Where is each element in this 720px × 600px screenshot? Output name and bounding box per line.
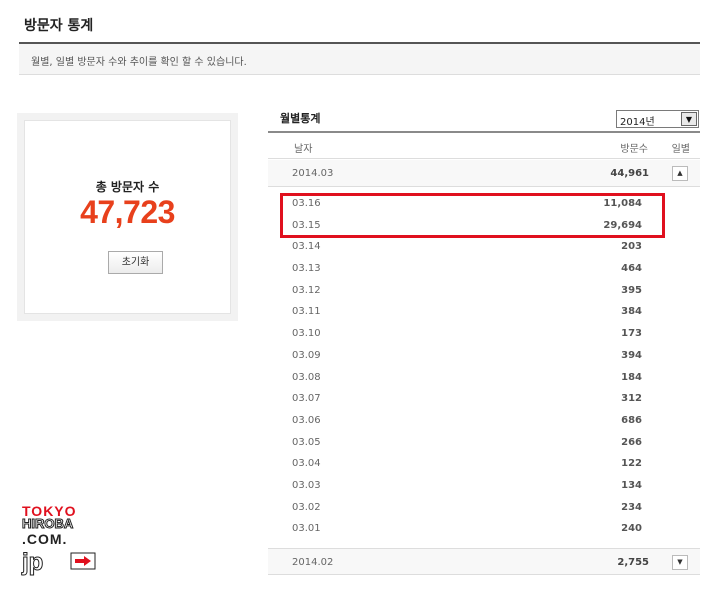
day-count: 134	[621, 479, 642, 491]
monthly-stats-title: 월별통계	[280, 112, 321, 125]
right-arrow-icon	[70, 552, 96, 570]
day-date: 03.01	[292, 523, 321, 535]
day-count: 384	[621, 306, 642, 318]
total-visitors-card: 총 방문자 수 47,723 초기화	[24, 120, 231, 314]
column-header-daily: 일별	[671, 144, 690, 155]
day-count: 122	[621, 458, 642, 470]
day-count: 173	[621, 328, 642, 340]
table-row: 03.14 203	[268, 236, 700, 258]
reset-button[interactable]: 초기화	[108, 251, 163, 274]
day-date: 03.14	[292, 241, 321, 253]
month-date: 2014.03	[292, 168, 334, 179]
table-row: 03.01 240	[268, 518, 700, 540]
month-row-current: 2014.03 44,961 ▲	[268, 160, 700, 187]
day-count: 394	[621, 349, 642, 361]
day-count: 234	[621, 501, 642, 513]
logo-line-4: jp	[21, 549, 44, 577]
description-text: 월별, 일별 방문자 수와 추이를 확인 할 수 있습니다.	[31, 57, 247, 68]
description-box: 월별, 일별 방문자 수와 추이를 확인 할 수 있습니다.	[19, 44, 700, 75]
page-title: 방문자 통계	[24, 18, 94, 34]
day-date: 03.07	[292, 393, 321, 405]
total-visitors-label: 총 방문자 수	[95, 180, 160, 194]
month-date: 2014.02	[292, 557, 334, 568]
chevron-down-icon[interactable]: ▼	[681, 112, 697, 126]
table-row: 03.13 464	[268, 258, 700, 280]
month-row-previous: 2014.02 2,755 ▼	[268, 548, 700, 575]
watermark-logo: TOKYO HIROBA .COM. jp	[21, 503, 110, 583]
day-date: 03.04	[292, 458, 321, 470]
table-row: 03.04 122	[268, 453, 700, 475]
day-count: 266	[621, 436, 642, 448]
day-date: 03.12	[292, 284, 321, 296]
day-date: 03.10	[292, 328, 321, 340]
table-row: 03.08 184	[268, 367, 700, 389]
day-count: 240	[621, 523, 642, 535]
table-row: 03.07 312	[268, 388, 700, 410]
column-header-date: 날자	[294, 144, 313, 155]
expand-button[interactable]: ▼	[672, 555, 688, 570]
year-select-value: 2014년	[620, 117, 655, 128]
table-row: 03.05 266	[268, 432, 700, 454]
highlight-box	[280, 193, 665, 238]
month-count: 44,961	[610, 168, 649, 179]
day-date: 03.13	[292, 263, 321, 275]
day-list: 03.16 11,084 03.15 29,694 03.14 203 03.13 464 03…	[268, 193, 700, 540]
table-row: 03.02 234	[268, 497, 700, 519]
day-date: 03.03	[292, 479, 321, 491]
day-date: 03.08	[292, 371, 321, 383]
month-count: 2,755	[617, 557, 649, 568]
column-header-visits: 방문수	[620, 144, 648, 155]
table-row: 03.09 394	[268, 345, 700, 367]
table-row: 03.06 686	[268, 410, 700, 432]
table-row: 03.11 384	[268, 301, 700, 323]
day-date: 03.06	[292, 414, 321, 426]
collapse-button[interactable]: ▲	[672, 166, 688, 181]
day-count: 686	[621, 414, 642, 426]
day-date: 03.05	[292, 436, 321, 448]
table-header: 날자 방문수 일별	[268, 133, 700, 159]
day-count: 203	[621, 241, 642, 253]
total-visitors-value: 47,723	[80, 194, 175, 230]
day-date: 03.02	[292, 501, 321, 513]
year-select[interactable]: 2014년 ▼	[616, 110, 699, 128]
table-row: 03.10 173	[268, 323, 700, 345]
day-count: 184	[621, 371, 642, 383]
day-date: 03.09	[292, 349, 321, 361]
day-count: 464	[621, 263, 642, 275]
table-row: 03.12 395	[268, 280, 700, 302]
table-row: 03.03 134	[268, 475, 700, 497]
logo-line-2: HIROBA	[21, 516, 74, 532]
day-count: 395	[621, 284, 642, 296]
day-count: 312	[621, 393, 642, 405]
day-date: 03.11	[292, 306, 321, 318]
logo-line-3: .COM.	[22, 531, 68, 547]
total-visitors-panel: 총 방문자 수 47,723 초기화	[17, 113, 238, 321]
